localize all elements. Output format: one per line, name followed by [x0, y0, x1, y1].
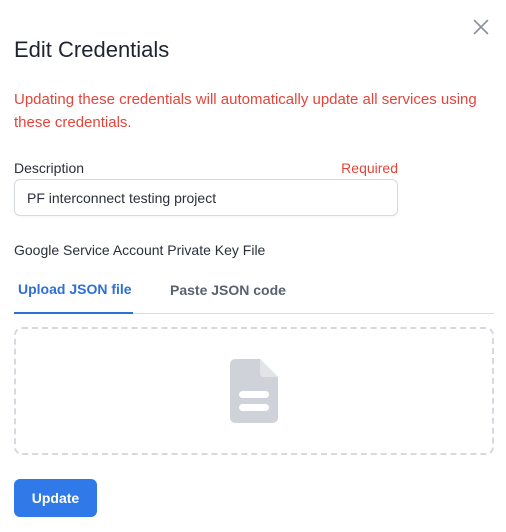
edit-credentials-dialog: Edit Credentials Updating these credenti…: [0, 0, 506, 532]
key-file-tabs: Upload JSON file Paste JSON code: [14, 266, 494, 314]
close-icon: [473, 19, 489, 35]
dialog-title: Edit Credentials: [14, 37, 170, 62]
close-button[interactable]: [470, 16, 492, 38]
warning-message: Updating these credentials will automati…: [14, 91, 477, 131]
tab-upload-json[interactable]: Upload JSON file: [14, 266, 133, 314]
description-input[interactable]: [14, 179, 398, 216]
description-label: Description: [14, 160, 85, 176]
file-icon: [230, 359, 278, 423]
update-button[interactable]: Update: [14, 479, 97, 517]
required-indicator: Required: [341, 160, 398, 176]
tab-paste-json[interactable]: Paste JSON code: [170, 266, 286, 313]
key-file-label: Google Service Account Private Key File: [14, 242, 266, 258]
description-label-row: Description Required: [14, 159, 398, 177]
file-dropzone[interactable]: [14, 327, 494, 455]
